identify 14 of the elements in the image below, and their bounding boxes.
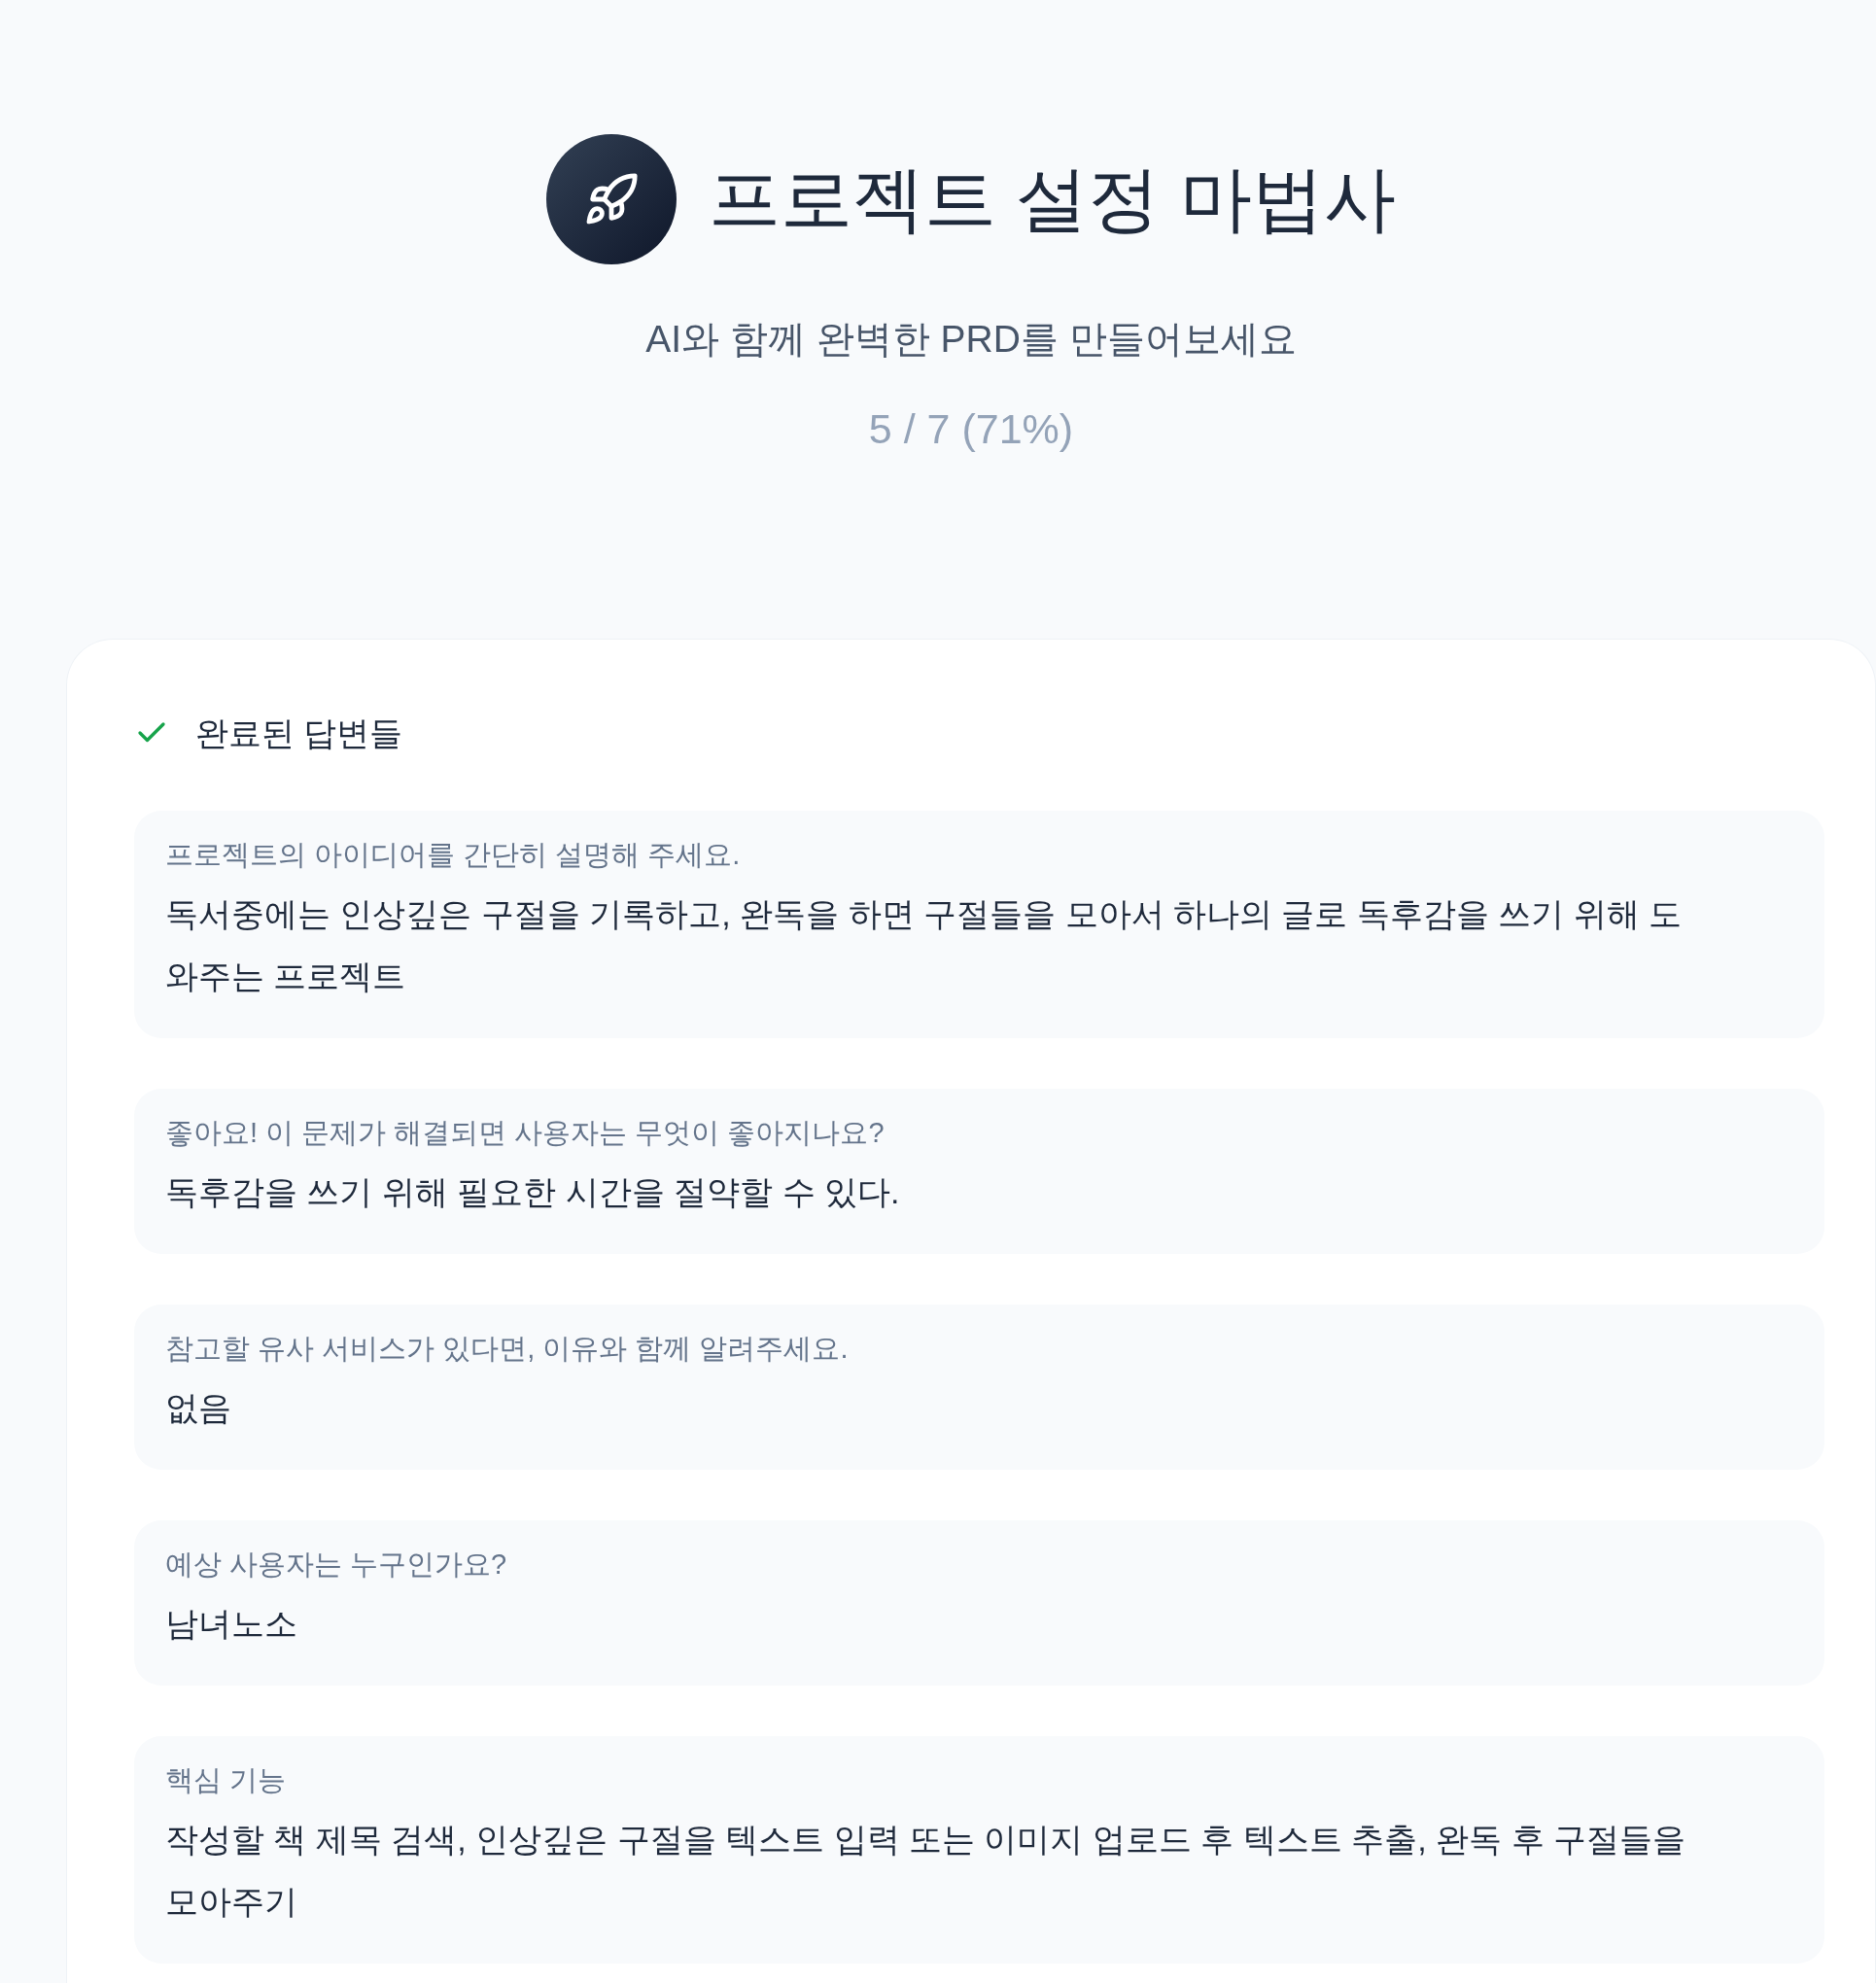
answer-text: 독서중에는 인상깊은 구절을 기록하고, 완독을 하면 구절들을 모아서 하나의 글로 독후감을 쓰기 위해 도와주는 프로젝트 (165, 894, 1684, 996)
question-text: 핵심 기능 (165, 1763, 288, 1797)
question-text: 프로젝트의 아이디어를 간단히 설명해 주세요. (165, 838, 742, 872)
progress-text: 5 / 7 (71%) (868, 404, 1074, 454)
section-heading: 완료된 답변들 (195, 713, 403, 753)
answer-text: 남녀노소 (165, 1604, 298, 1644)
question-text: 좋아요! 이 문제가 해결되면 사용자는 무엇이 좋아지나요? (165, 1116, 886, 1150)
answer-text: 없음 (165, 1388, 232, 1428)
question-text: 예상 사용자는 누구인가요? (165, 1548, 508, 1582)
question-text: 참고할 유사 서비스가 있다면, 이유와 함께 알려주세요. (165, 1332, 850, 1366)
page-title: 프로젝트 설정 마법사 (708, 157, 1397, 241)
subtitle: AI와 함께 완벽한 PRD를 만들어보세요 (645, 317, 1297, 362)
answer-text: 독후감을 쓰기 위해 필요한 시간을 절약할 수 있다. (165, 1172, 901, 1212)
answer-text: 작성할 책 제목 검색, 인상깊은 구절을 텍스트 입력 또는 이미지 업로드 후 텍스트 추출, 완독 후 구절들을 모아주기 (165, 1820, 1687, 1922)
